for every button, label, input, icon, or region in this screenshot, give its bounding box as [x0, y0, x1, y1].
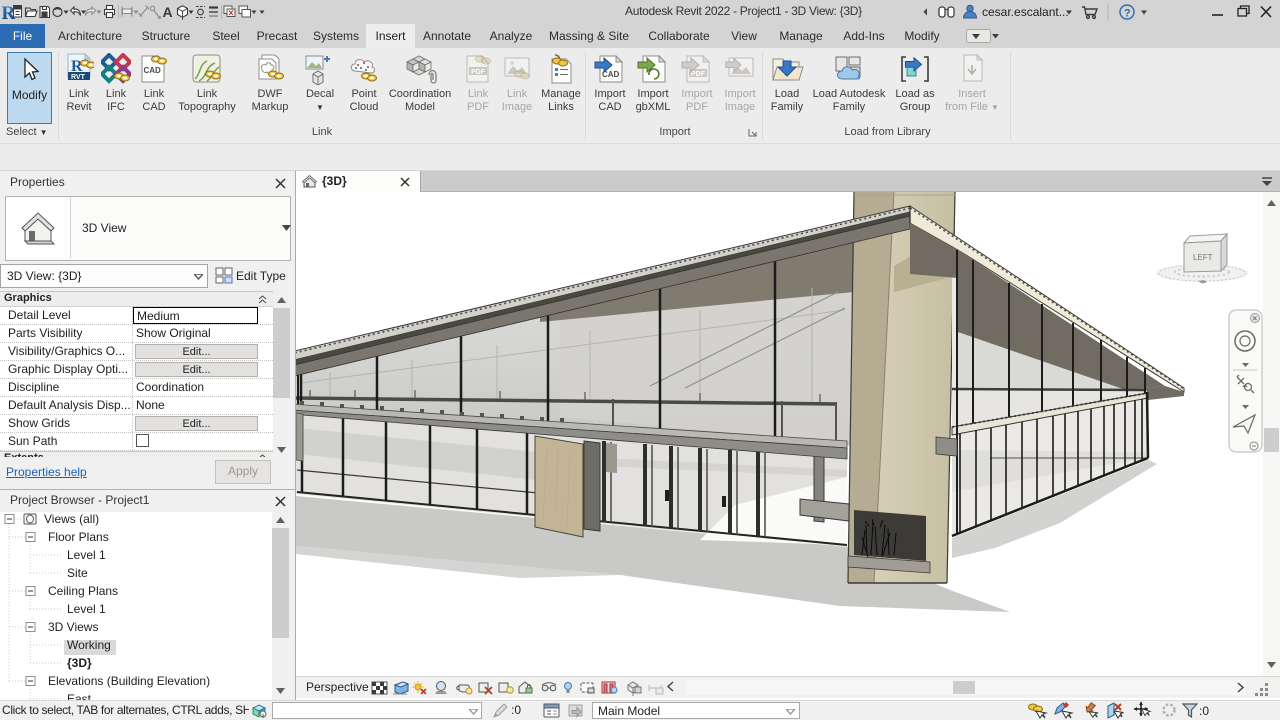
- svg-text:A: A: [163, 4, 173, 20]
- svg-text:LEFT: LEFT: [1193, 253, 1213, 262]
- svg-text:CAD: CAD: [144, 66, 162, 75]
- svg-text:PDF: PDF: [471, 69, 486, 76]
- svg-text:cesar.escalant...: cesar.escalant...: [982, 5, 1069, 19]
- svg-text:?: ?: [1124, 8, 1131, 20]
- svg-text:PDF: PDF: [691, 71, 706, 78]
- svg-text:RVT: RVT: [71, 74, 86, 81]
- svg-text::0: :0: [1199, 704, 1209, 718]
